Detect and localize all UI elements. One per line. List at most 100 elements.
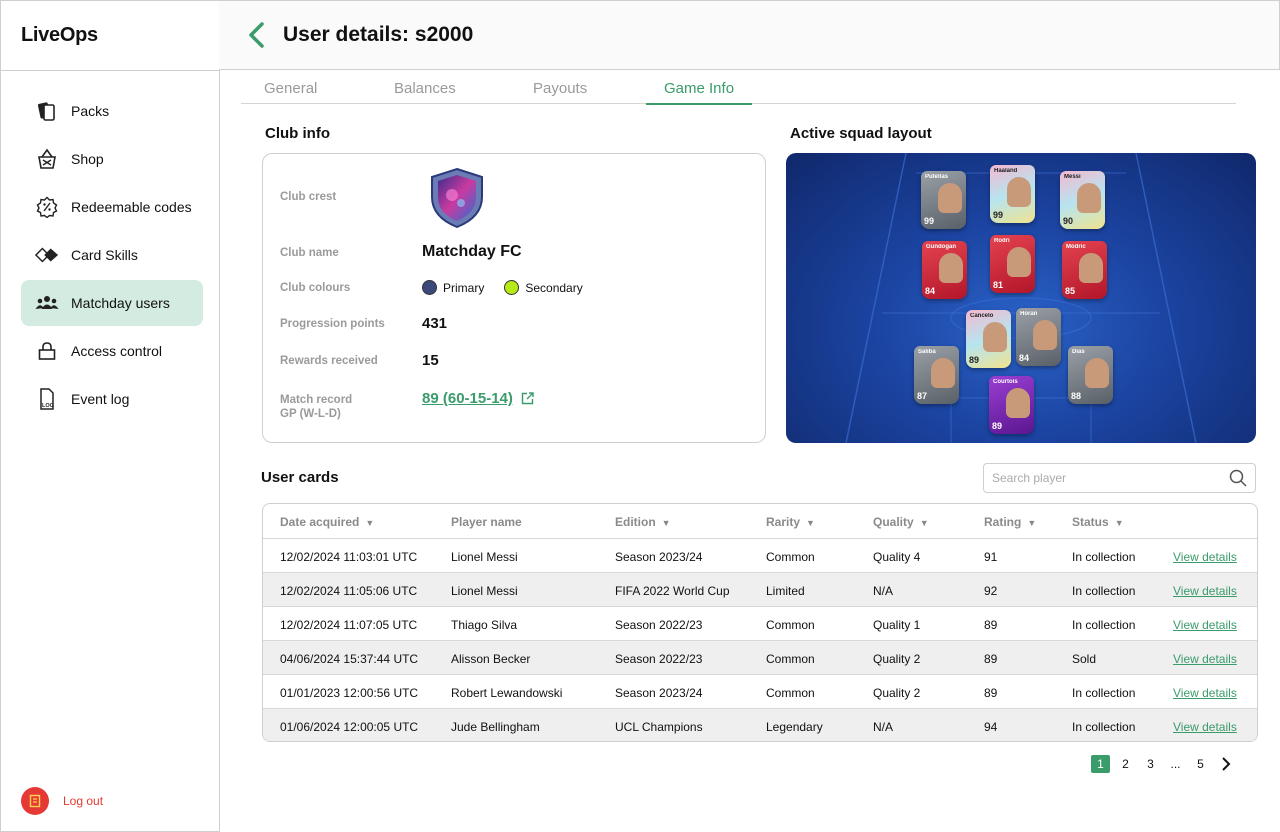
logout-button[interactable]: Log out	[21, 787, 103, 815]
column-rarity[interactable]: Rarity ▼	[766, 515, 815, 529]
cell-rarity: Common	[766, 652, 815, 666]
cell-rarity: Common	[766, 618, 815, 632]
page-title: User details: s2000	[283, 23, 474, 46]
player-card[interactable]: Putellas 99	[921, 171, 966, 229]
secondary-label: Secondary	[525, 280, 583, 295]
column-label: Player name	[451, 515, 522, 529]
player-card[interactable]: Cancelo 89	[966, 310, 1011, 368]
view-details-link[interactable]: View details	[1173, 550, 1237, 564]
page-button-1[interactable]: 1	[1091, 755, 1110, 773]
club-crest-label: Club crest	[280, 191, 337, 203]
table-row: 01/01/2023 12:00:56 UTC Robert Lewandows…	[263, 674, 1257, 708]
users-icon	[35, 291, 59, 315]
player-name: Putellas	[925, 174, 949, 180]
sidebar-item-card-skills[interactable]: Card Skills	[21, 232, 203, 278]
player-rating: 84	[925, 286, 936, 296]
progression-points-label: Progression points	[280, 318, 385, 330]
player-portrait	[1007, 247, 1031, 277]
cell-rating: 94	[984, 720, 998, 734]
player-portrait	[1033, 320, 1057, 350]
player-rating: 84	[1019, 353, 1030, 363]
column-quality[interactable]: Quality ▼	[873, 515, 929, 529]
cell-quality: N/A	[873, 720, 894, 734]
cell-status: In collection	[1072, 720, 1136, 734]
sidebar-item-packs[interactable]: Packs	[21, 88, 203, 134]
logout-icon	[21, 787, 49, 815]
cell-quality: N/A	[873, 584, 894, 598]
player-name: Cancelo	[970, 313, 994, 319]
match-record-link[interactable]: 89 (60-15-14)	[422, 390, 534, 407]
page-button-5[interactable]: 5	[1191, 755, 1210, 773]
back-arrow-icon[interactable]	[247, 21, 269, 49]
cell-date: 01/01/2023 12:00:56 UTC	[280, 686, 419, 700]
player-portrait	[931, 358, 955, 388]
player-card[interactable]: Modric 85	[1062, 241, 1107, 299]
cell-rating: 91	[984, 550, 998, 564]
cell-quality: Quality 4	[873, 550, 921, 564]
player-portrait	[1007, 177, 1031, 207]
player-name: Gundogan	[926, 244, 956, 250]
column-date-acquired[interactable]: Date acquired ▼	[280, 515, 374, 529]
column-rating[interactable]: Rating ▼	[984, 515, 1036, 529]
page-button-2[interactable]: 2	[1116, 755, 1135, 773]
next-page-icon[interactable]	[1216, 755, 1235, 773]
sidebar-item-matchday-users[interactable]: Matchday users	[21, 280, 203, 326]
column-status[interactable]: Status ▼	[1072, 515, 1124, 529]
sidebar-item-event-log[interactable]: LOG Event log	[21, 376, 203, 422]
view-details-link[interactable]: View details	[1173, 652, 1237, 666]
player-card[interactable]: Gundogan 84	[922, 241, 967, 299]
cell-date: 12/02/2024 11:05:06 UTC	[280, 584, 418, 598]
sidebar-item-label: Matchday users	[71, 295, 170, 311]
cell-date: 12/02/2024 11:03:01 UTC	[280, 550, 418, 564]
player-name: Horan	[1020, 311, 1038, 317]
view-details-link[interactable]: View details	[1173, 584, 1237, 598]
secondary-colour: Secondary	[504, 280, 583, 295]
tab-balances[interactable]: Balances	[394, 80, 456, 97]
view-details-link[interactable]: View details	[1173, 720, 1237, 734]
rewards-received-label: Rewards received	[280, 355, 378, 367]
cell-player: Lionel Messi	[451, 584, 518, 598]
player-name: Rodri	[994, 238, 1010, 244]
page-header: User details: s2000	[219, 0, 1280, 70]
player-card[interactable]: Haaland 99	[990, 165, 1035, 223]
tab-payouts[interactable]: Payouts	[533, 80, 587, 97]
search-input[interactable]	[992, 471, 1229, 485]
player-card[interactable]: Rodri 81	[990, 235, 1035, 293]
club-colours: Primary Secondary	[422, 280, 603, 295]
sidebar-item-redeemable-codes[interactable]: Redeemable codes	[21, 184, 203, 230]
view-details-link[interactable]: View details	[1173, 686, 1237, 700]
player-card[interactable]: Dias 88	[1068, 346, 1113, 404]
column-player-name: Player name	[451, 515, 522, 529]
cell-status: In collection	[1072, 584, 1136, 598]
cell-rating: 89	[984, 618, 998, 632]
sort-down-icon: ▼	[806, 518, 815, 528]
column-edition[interactable]: Edition ▼	[615, 515, 671, 529]
sidebar-item-label: Access control	[71, 343, 163, 359]
club-colours-label: Club colours	[280, 282, 351, 294]
sidebar: LiveOps Packs Shop Redeemable codes Card…	[0, 0, 220, 832]
cell-date: 12/02/2024 11:07:05 UTC	[280, 618, 418, 632]
search-box	[983, 463, 1256, 493]
sidebar-item-label: Shop	[71, 151, 104, 167]
player-card[interactable]: Saliba 87	[914, 346, 959, 404]
search-icon[interactable]	[1229, 469, 1247, 487]
player-rating: 99	[924, 216, 935, 226]
sidebar-item-access-control[interactable]: Access control	[21, 328, 203, 374]
tab-game-info[interactable]: Game Info	[646, 80, 753, 105]
player-rating: 89	[992, 421, 1003, 431]
cell-date: 01/06/2024 12:00:05 UTC	[280, 720, 419, 734]
cell-rarity: Common	[766, 550, 815, 564]
progression-points-value: 431	[422, 315, 448, 332]
view-details-link[interactable]: View details	[1173, 618, 1237, 632]
player-card[interactable]: Messi 90	[1060, 171, 1105, 229]
tab-general[interactable]: General	[264, 80, 317, 97]
cell-edition: Season 2023/24	[615, 686, 703, 700]
club-crest-image	[428, 167, 486, 234]
player-card[interactable]: Courtois 89	[989, 376, 1034, 434]
table-row: 04/06/2024 15:37:44 UTC Alisson Becker S…	[263, 640, 1257, 674]
player-name: Dias	[1072, 349, 1085, 355]
sidebar-item-shop[interactable]: Shop	[21, 136, 203, 182]
page-button-3[interactable]: 3	[1141, 755, 1160, 773]
player-card[interactable]: Horan 84	[1016, 308, 1061, 366]
squad-title: Active squad layout	[790, 125, 932, 142]
